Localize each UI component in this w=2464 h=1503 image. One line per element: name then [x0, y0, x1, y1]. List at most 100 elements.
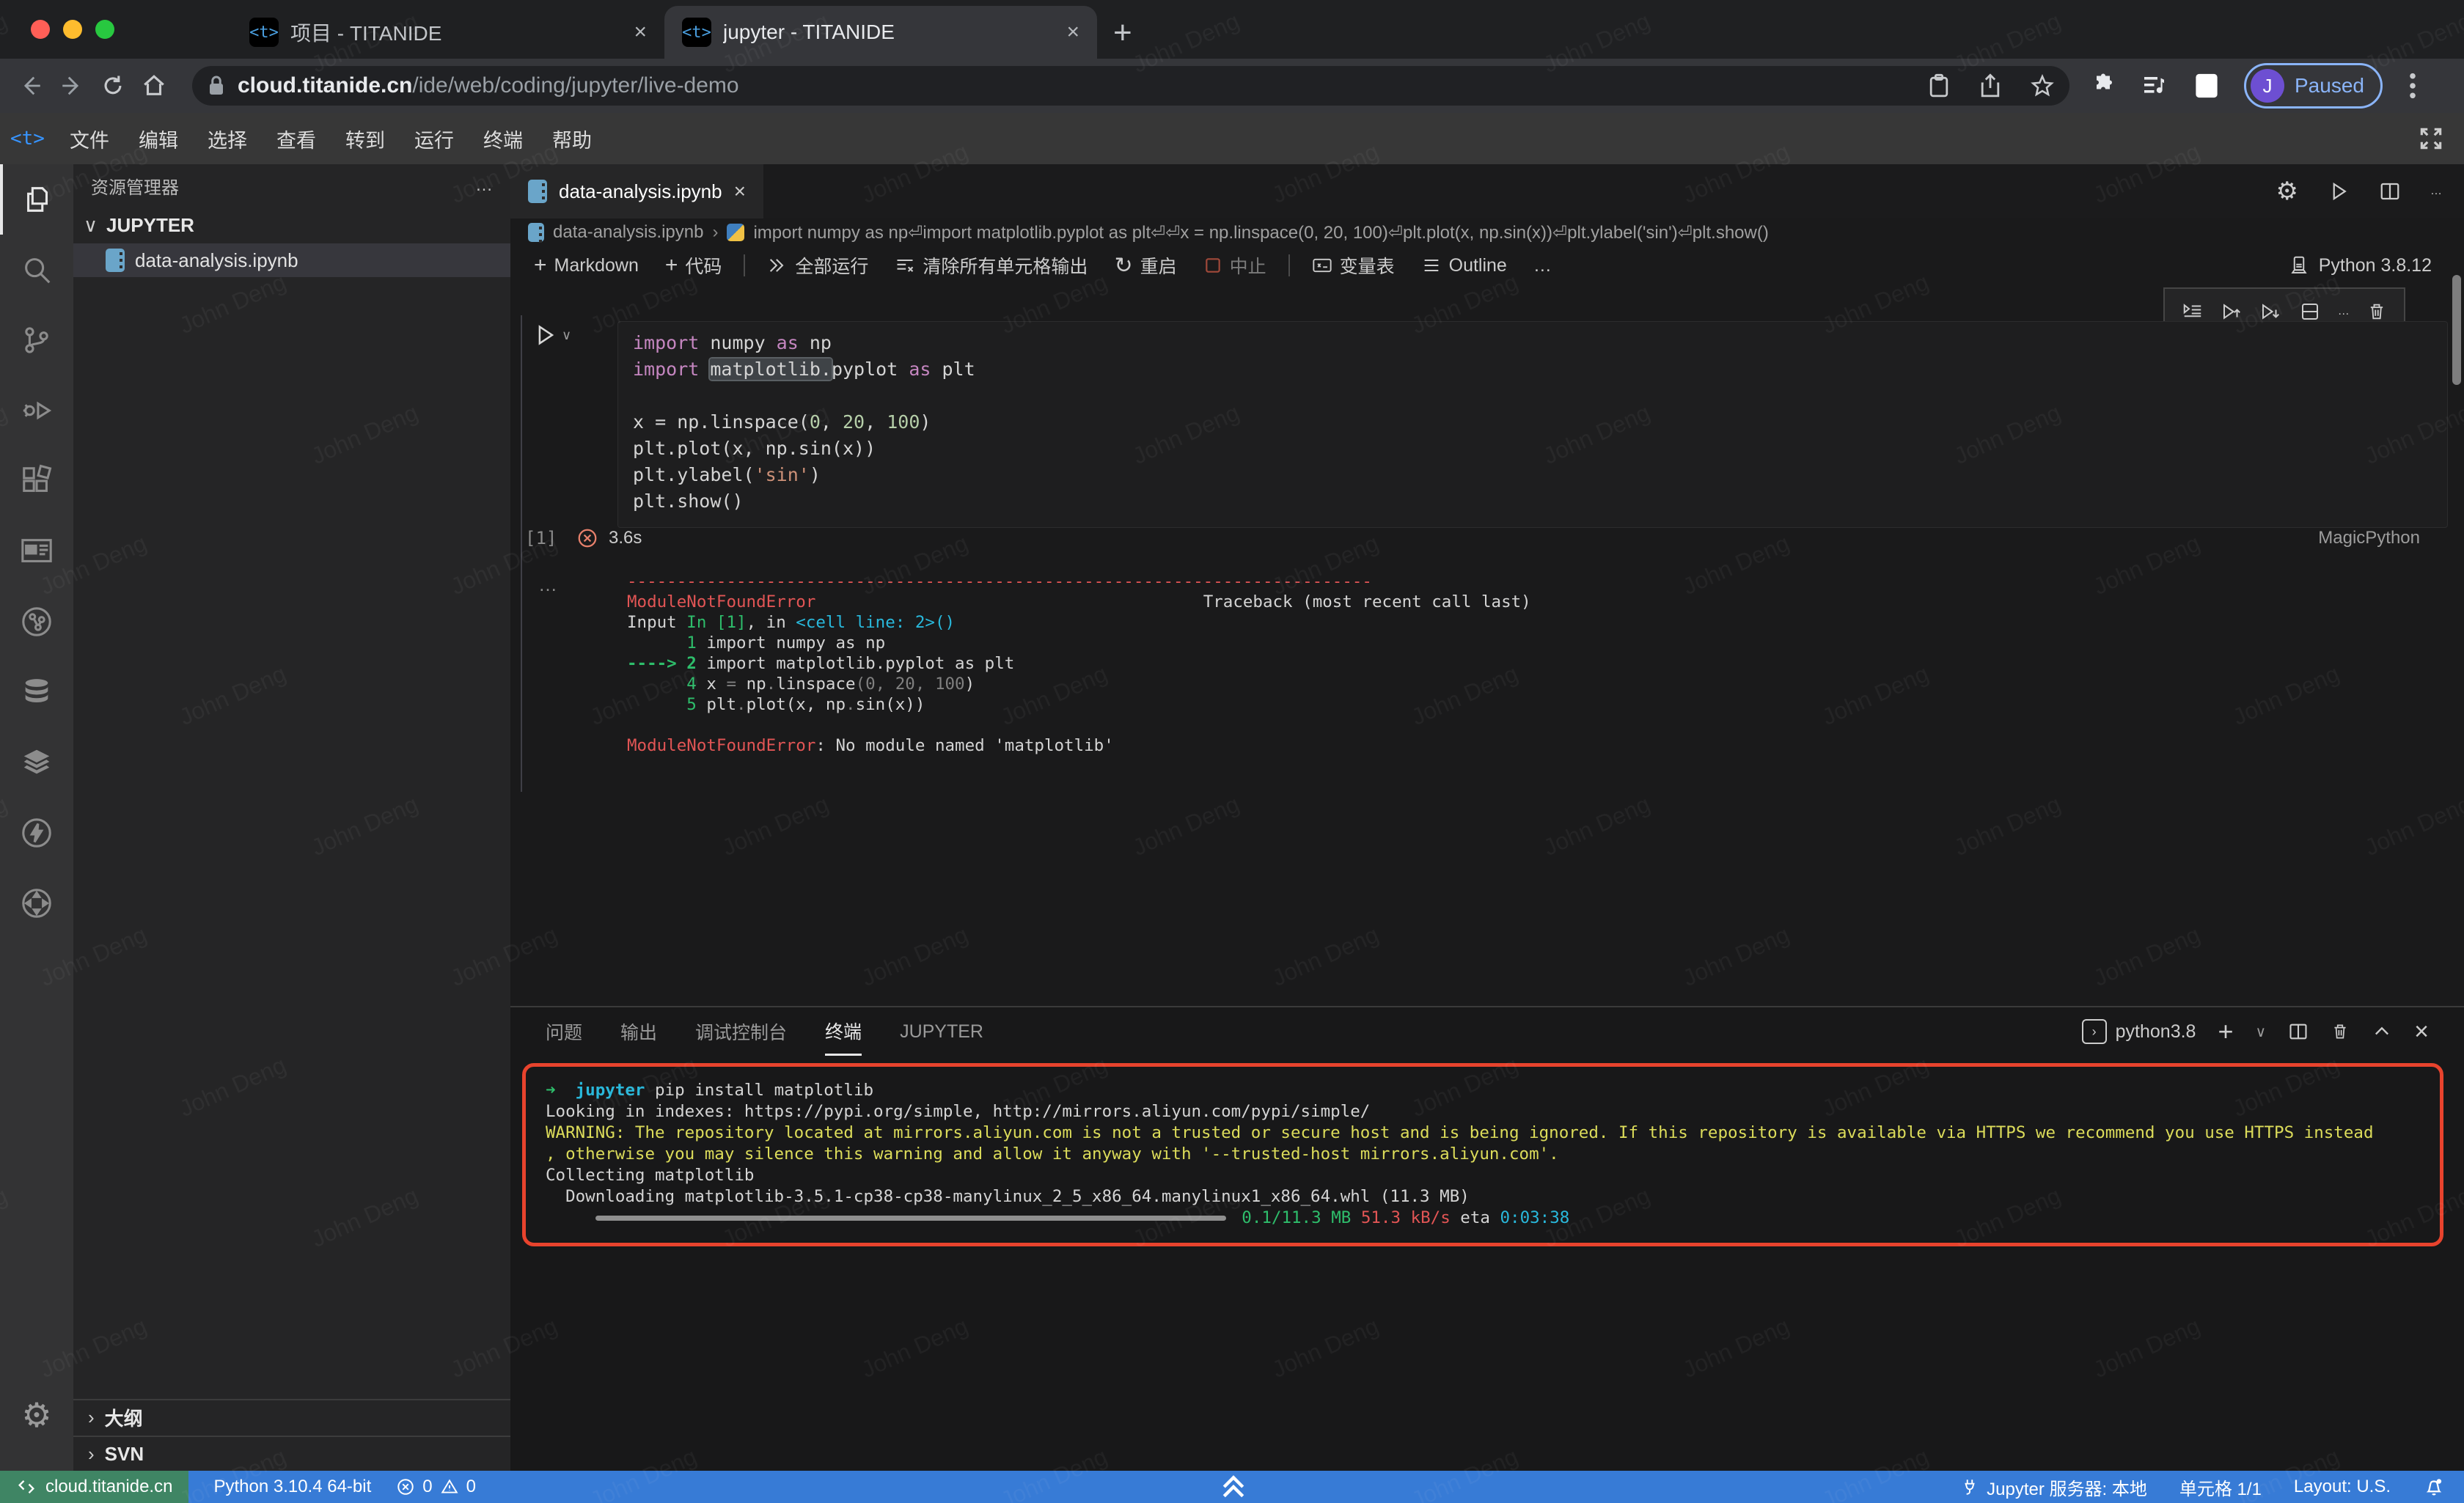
share-icon[interactable] — [1979, 73, 2002, 98]
home-icon[interactable] — [133, 73, 175, 98]
explorer-icon[interactable] — [0, 164, 73, 235]
python-version[interactable]: Python 3.10.4 64-bit — [213, 1477, 371, 1497]
browser-tab-jupyter[interactable]: <t> jupyter - TITANIDE × — [664, 6, 1097, 59]
tab-terminal[interactable]: 终端 — [825, 1007, 862, 1056]
breadcrumb[interactable]: data-analysis.ipynb › import numpy as np… — [510, 218, 2464, 246]
side-panel-icon[interactable] — [2194, 72, 2219, 100]
close-tab-icon[interactable]: × — [634, 20, 647, 45]
split-editor-icon[interactable] — [2379, 180, 2401, 202]
menu-terminal[interactable]: 终端 — [469, 125, 538, 153]
split-cell-icon[interactable] — [2299, 301, 2321, 323]
fullscreen-icon[interactable] — [2417, 125, 2445, 152]
interrupt-button[interactable]: 中止 — [1193, 249, 1277, 282]
clipboard-icon[interactable] — [1927, 73, 1951, 98]
menu-selection[interactable]: 选择 — [193, 125, 262, 153]
browser-tab-project[interactable]: <t> 项目 - TITANIDE × — [232, 6, 664, 59]
media-controls-icon[interactable] — [2141, 73, 2169, 99]
close-window-button[interactable] — [31, 20, 50, 39]
search-icon[interactable] — [0, 235, 73, 305]
new-terminal-icon[interactable]: + — [2218, 1016, 2233, 1047]
toolbar-more-button[interactable]: … — [1523, 249, 1562, 282]
remote-hub-icon[interactable] — [0, 868, 73, 938]
run-above-icon[interactable] — [2221, 301, 2243, 323]
kernel-picker[interactable]: Python 3.8.12 — [2288, 254, 2432, 276]
outline-button[interactable]: Outline — [1411, 249, 1517, 282]
settings-gear-icon[interactable]: ⚙ — [0, 1380, 73, 1450]
delete-cell-icon[interactable] — [2366, 301, 2387, 323]
kill-terminal-icon[interactable] — [2331, 1021, 2350, 1042]
svn-section[interactable]: › SVN — [73, 1436, 510, 1471]
terminal-selector[interactable]: › python3.8 — [2082, 1019, 2196, 1044]
minimize-window-button[interactable] — [63, 20, 82, 39]
layers-icon[interactable] — [0, 727, 73, 798]
editor-scrollbar[interactable] — [2452, 275, 2461, 385]
power-thunder-icon[interactable] — [0, 798, 73, 868]
run-options-chevron-icon[interactable]: ∨ — [562, 328, 571, 343]
extensions-puzzle-icon[interactable] — [2090, 73, 2116, 99]
extensions-icon[interactable] — [0, 446, 73, 516]
cell-indicator[interactable]: 单元格 1/1 — [2179, 1474, 2262, 1500]
maximize-window-button[interactable] — [95, 20, 114, 39]
editor-more-icon[interactable]: … — [2430, 185, 2442, 198]
git-graph-icon[interactable] — [0, 587, 73, 657]
keyboard-layout[interactable]: Layout: U.S. — [2294, 1477, 2391, 1497]
notebook-settings-gear-icon[interactable]: ⚙ — [2276, 177, 2298, 206]
run-debug-icon[interactable] — [0, 375, 73, 446]
browser-menu-icon[interactable] — [2408, 72, 2418, 100]
tab-problems[interactable]: 问题 — [546, 1007, 582, 1056]
maximize-panel-icon[interactable] — [2372, 1021, 2392, 1042]
browser-profile[interactable]: J Paused — [2244, 63, 2383, 109]
code-cell[interactable]: import numpy as npimport matplotlib.pypl… — [617, 321, 2448, 528]
breadcrumb-code[interactable]: import numpy as np⏎import matplotlib.pyp… — [753, 222, 1768, 243]
add-markdown-button[interactable]: + Markdown — [524, 249, 649, 282]
restart-button[interactable]: ↻ 重启 — [1104, 249, 1187, 282]
database-icon[interactable] — [0, 657, 73, 727]
cell-language-mode[interactable]: MagicPython — [2318, 528, 2420, 548]
tab-debug-console[interactable]: 调试控制台 — [695, 1007, 787, 1056]
file-item-notebook[interactable]: data-analysis.ipynb — [73, 243, 510, 277]
preview-panel-icon[interactable] — [0, 516, 73, 587]
cell-more-icon[interactable]: … — [2338, 305, 2350, 318]
close-editor-icon[interactable]: × — [734, 180, 746, 203]
close-panel-icon[interactable]: × — [2414, 1018, 2429, 1046]
menu-edit[interactable]: 编辑 — [124, 125, 193, 153]
source-control-icon[interactable] — [0, 305, 73, 375]
add-code-button[interactable]: + 代码 — [655, 249, 733, 282]
tab-jupyter[interactable]: JUPYTER — [900, 1007, 983, 1056]
terminal-dropdown-chevron-icon[interactable]: ∨ — [2256, 1023, 2267, 1041]
address-bar[interactable]: cloud.titanide.cn/ide/web/coding/jupyter… — [192, 66, 2069, 106]
close-tab-icon[interactable]: × — [1066, 20, 1079, 45]
clear-outputs-button[interactable]: 清除所有单元格输出 — [884, 249, 1098, 282]
back-icon[interactable] — [10, 73, 51, 98]
editor-tab-notebook[interactable]: data-analysis.ipynb × — [510, 164, 763, 218]
menu-goto[interactable]: 转到 — [331, 125, 400, 153]
terminal-output[interactable]: ➜ jupyter pip install matplotlibLooking … — [546, 1081, 2430, 1230]
breadcrumb-file[interactable]: data-analysis.ipynb — [553, 222, 703, 243]
outline-section[interactable]: › 大纲 — [73, 1399, 510, 1434]
run-cell-button[interactable]: ∨ — [532, 323, 571, 348]
problems-indicator[interactable]: 0 0 — [396, 1477, 476, 1497]
menu-view[interactable]: 查看 — [262, 125, 331, 153]
menu-file[interactable]: 文件 — [55, 125, 124, 153]
explorer-section-jupyter[interactable]: ∨ JUPYTER — [73, 207, 510, 243]
bookmark-star-icon[interactable] — [2030, 73, 2055, 98]
reload-icon[interactable] — [92, 73, 133, 98]
panel-tab-bar: 问题 输出 调试控制台 终端 JUPYTER › python3.8 + ∨ × — [510, 1007, 2464, 1056]
run-all-button[interactable]: 全部运行 — [757, 249, 879, 282]
forward-icon[interactable] — [51, 73, 92, 98]
execute-cells-icon[interactable] — [2182, 301, 2204, 323]
menu-help[interactable]: 帮助 — [538, 125, 606, 153]
restore-panel-chevrons-icon[interactable] — [1217, 1472, 1250, 1502]
new-tab-button[interactable]: + — [1113, 15, 1132, 51]
variables-button[interactable]: 变量表 — [1302, 249, 1405, 282]
notifications-bell-icon[interactable] — [2423, 1476, 2445, 1498]
jupyter-server-indicator[interactable]: Jupyter 服务器: 本地 — [1960, 1474, 2147, 1500]
menu-run[interactable]: 运行 — [400, 125, 469, 153]
run-below-icon[interactable] — [2259, 301, 2281, 323]
split-terminal-icon[interactable] — [2288, 1021, 2309, 1042]
run-all-play-icon[interactable] — [2328, 180, 2350, 202]
output-collapse-dots[interactable]: … — [538, 573, 559, 596]
remote-indicator[interactable]: cloud.titanide.cn — [0, 1471, 188, 1503]
explorer-more-icon[interactable]: … — [475, 175, 493, 196]
tab-output[interactable]: 输出 — [620, 1007, 657, 1056]
